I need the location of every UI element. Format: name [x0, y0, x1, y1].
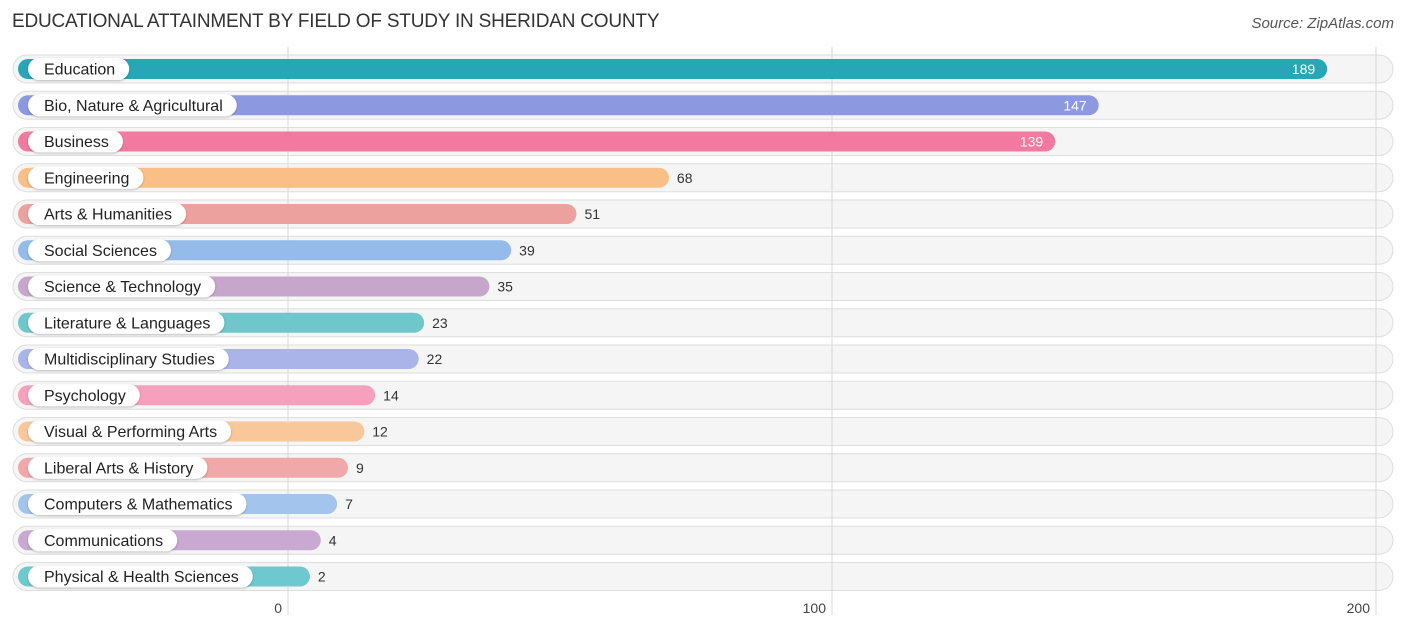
value-label: 39	[519, 242, 535, 258]
bar-group[interactable]: Education 189	[18, 58, 1328, 80]
bar-group[interactable]: Visual & Performing Arts 12	[18, 420, 388, 443]
category-label: Business	[44, 134, 109, 151]
category-label: Communications	[44, 533, 163, 550]
bar[interactable]	[18, 131, 1056, 152]
value-label: 189	[1292, 61, 1316, 77]
bar-group[interactable]: Liberal Arts & History 9	[18, 456, 364, 479]
category-label: Physical & Health Sciences	[44, 569, 239, 586]
category-label: Liberal Arts & History	[44, 460, 193, 477]
x-tick-label: 0	[274, 600, 282, 616]
category-label: Visual & Performing Arts	[44, 424, 217, 441]
category-label: Education	[44, 62, 115, 79]
category-label: Science & Technology	[44, 279, 201, 296]
x-tick-label: 200	[1347, 600, 1371, 616]
category-label: Computers & Mathematics	[44, 497, 233, 514]
category-label: Arts & Humanities	[44, 207, 172, 224]
value-label: 22	[427, 351, 443, 367]
value-label: 51	[584, 206, 600, 222]
value-label: 14	[383, 387, 399, 403]
bar-group[interactable]: Science & Technology 35	[18, 275, 513, 298]
value-label: 35	[497, 279, 513, 295]
bar-group[interactable]: Business 139	[18, 130, 1056, 153]
value-label: 139	[1020, 134, 1044, 150]
x-tick-label: 100	[803, 600, 827, 616]
bar-group[interactable]: Communications 4	[18, 529, 337, 552]
bar-group[interactable]: Physical & Health Sciences 2	[18, 565, 326, 588]
value-label: 2	[318, 569, 326, 585]
bar-group[interactable]: Literature & Languages 23	[18, 311, 448, 334]
category-label: Literature & Languages	[44, 315, 210, 332]
bar[interactable]	[18, 59, 1328, 79]
category-label: Multidisciplinary Studies	[44, 352, 215, 369]
bar-group[interactable]: Psychology 14	[18, 384, 399, 407]
bar-group[interactable]: Social Sciences 39	[18, 239, 535, 262]
bar-group[interactable]: Bio, Nature & Agricultural 147	[18, 94, 1099, 117]
category-label: Psychology	[44, 388, 126, 405]
category-label: Social Sciences	[44, 243, 157, 260]
bar-group[interactable]: Engineering 68	[18, 166, 693, 189]
bar-group[interactable]: Computers & Mathematics 7	[18, 493, 353, 515]
category-label: Engineering	[44, 170, 129, 187]
value-label: 7	[345, 496, 353, 512]
category-label: Bio, Nature & Agricultural	[44, 98, 223, 115]
value-label: 9	[356, 460, 364, 476]
bar-chart: Education 189 Bio, Nature & Agricultural 14…	[12, 47, 1394, 616]
value-label: 68	[677, 170, 693, 186]
value-label: 4	[329, 532, 337, 548]
value-label: 147	[1063, 97, 1087, 113]
value-label: 12	[372, 424, 388, 440]
bar-group[interactable]: Arts & Humanities 51	[18, 203, 600, 225]
bar-group[interactable]: Multidisciplinary Studies 22	[18, 348, 442, 370]
value-label: 23	[432, 315, 448, 331]
